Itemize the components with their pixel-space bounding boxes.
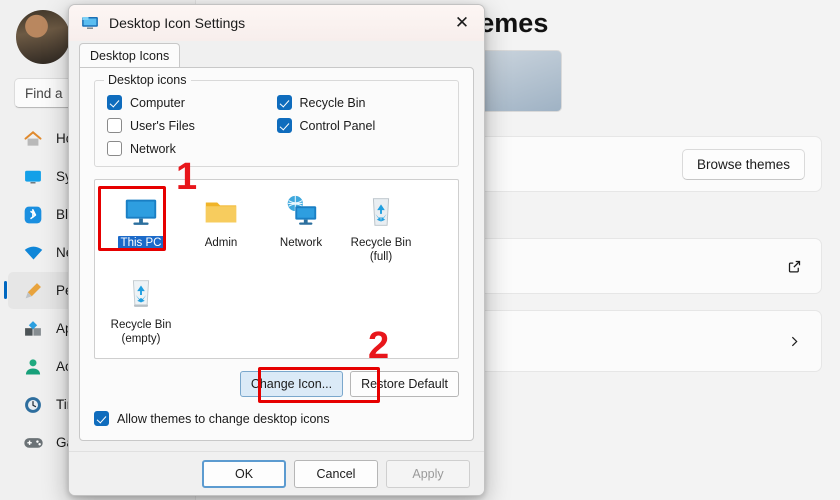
checkbox-control-panel[interactable]: Control Panel [276, 118, 447, 133]
annotation-number-2: 2 [368, 325, 390, 367]
time-language-icon [22, 394, 44, 416]
search-input-value: Find a [25, 85, 63, 101]
desktop-icons-checkbox-grid: Computer Recycle Bin User's Files Contro… [107, 95, 446, 156]
apps-icon [22, 318, 44, 340]
change-icon-button[interactable]: Change Icon... [239, 371, 344, 397]
checkbox-network-box[interactable] [107, 141, 122, 156]
icon-cell-recycle-bin-full[interactable]: Recycle Bin (full) [341, 188, 421, 270]
icon-preview-list[interactable]: This PC Admin Network Recycle Bin (full)… [94, 179, 459, 359]
checkbox-recycle-bin-box[interactable] [276, 95, 292, 110]
icon-caption-admin: Admin [204, 237, 238, 249]
checkbox-network[interactable]: Network [107, 141, 277, 156]
dialog-title: Desktop Icon Settings [109, 15, 246, 31]
bluetooth-icon [22, 204, 44, 226]
icon-caption-network: Network [279, 237, 323, 249]
icon-cell-this-pc[interactable]: This PC [101, 188, 181, 270]
this-pc-icon [121, 192, 161, 232]
apply-button: Apply [386, 459, 470, 488]
checkbox-network-label: Network [130, 141, 176, 156]
checkbox-allow-themes-label: Allow themes to change desktop icons [117, 411, 330, 426]
browse-themes-button[interactable]: Browse themes [681, 148, 805, 180]
icon-cell-network[interactable]: Network [261, 188, 341, 270]
recycle-bin-empty-icon [121, 274, 161, 314]
avatar [16, 10, 70, 64]
checkbox-users-files[interactable]: User's Files [107, 118, 277, 133]
screenshot-root: Find a Home System [0, 0, 840, 500]
desktop-icons-legend: Desktop icons [104, 73, 191, 87]
dialog-tabstrip: Desktop Icons [69, 41, 484, 67]
checkbox-allow-themes[interactable]: Allow themes to change desktop icons [94, 411, 459, 426]
checkbox-allow-themes-box[interactable] [94, 411, 109, 426]
dialog-footer: OK Cancel Apply [69, 451, 484, 495]
desktop-monitor-icon [81, 14, 99, 32]
network-wifi-icon [22, 242, 44, 264]
external-link-icon [783, 255, 805, 277]
system-icon [22, 166, 44, 188]
paintbrush-icon [22, 280, 44, 302]
checkbox-users-files-box[interactable] [107, 118, 122, 133]
dialog-titlebar[interactable]: Desktop Icon Settings ✕ [69, 5, 484, 41]
checkbox-control-panel-label: Control Panel [299, 118, 376, 133]
cancel-button[interactable]: Cancel [294, 459, 378, 488]
icon-caption-recycle-bin-empty: Recycle Bin (empty) [110, 319, 172, 346]
icon-cell-admin[interactable]: Admin [181, 188, 261, 270]
checkbox-computer-label: Computer [130, 95, 185, 110]
icon-caption-this-pc: This PC [117, 236, 165, 251]
icon-caption-recycle-bin-full: Recycle Bin (full) [350, 237, 412, 264]
checkbox-computer[interactable]: Computer [107, 95, 277, 110]
recycle-bin-full-icon [361, 192, 401, 232]
gaming-icon [22, 432, 44, 454]
checkbox-control-panel-box[interactable] [276, 118, 292, 133]
checkbox-recycle-bin[interactable]: Recycle Bin [276, 95, 447, 110]
annotation-number-1: 1 [176, 156, 198, 198]
icon-action-buttons: Change Icon... Restore Default [94, 371, 459, 397]
dialog-tab-page: Desktop icons Computer Recycle Bin User'… [79, 67, 474, 441]
network-icon [281, 192, 321, 232]
home-icon [22, 128, 44, 150]
close-icon[interactable]: ✕ [440, 5, 484, 41]
restore-default-button[interactable]: Restore Default [350, 371, 459, 397]
icon-cell-recycle-bin-empty[interactable]: Recycle Bin (empty) [101, 270, 181, 352]
ok-button[interactable]: OK [202, 459, 286, 488]
checkbox-computer-box[interactable] [107, 95, 122, 110]
tab-desktop-icons[interactable]: Desktop Icons [79, 43, 181, 67]
checkbox-recycle-bin-label: Recycle Bin [299, 95, 366, 110]
desktop-icons-groupbox: Desktop icons Computer Recycle Bin User'… [94, 73, 459, 167]
checkbox-grid-spacer [277, 141, 447, 156]
folder-icon [201, 192, 241, 232]
checkbox-users-files-label: User's Files [130, 118, 195, 133]
desktop-icon-settings-dialog: Desktop Icon Settings ✕ Desktop Icons De… [68, 4, 485, 496]
accounts-icon [22, 356, 44, 378]
chevron-right-icon [783, 330, 805, 352]
